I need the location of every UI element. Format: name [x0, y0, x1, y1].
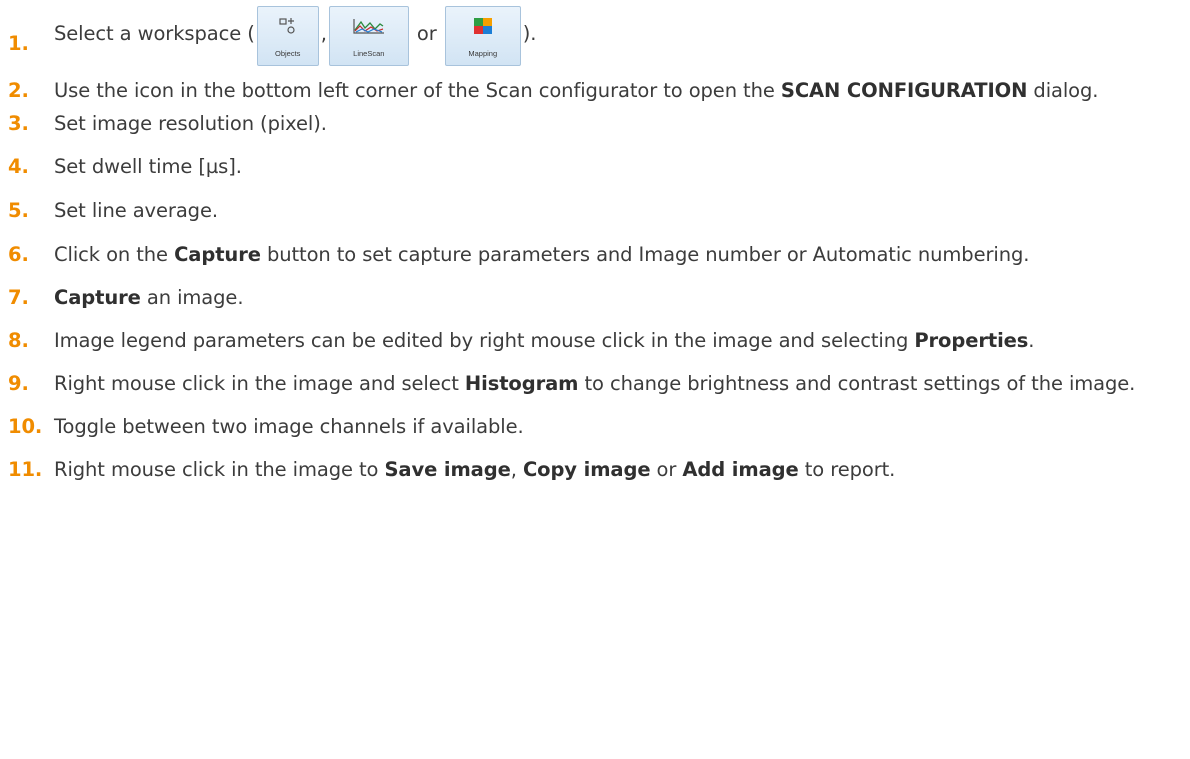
step-text: button to set capture parameters and Ima…: [260, 243, 1030, 266]
step-3: 3. Set image resolution (pixel).: [8, 109, 1186, 139]
step-number: 7.: [8, 286, 29, 309]
step-bold: Add image: [682, 458, 799, 481]
step-bold: Capture: [174, 243, 261, 266]
linescan-workspace-icon: [353, 19, 384, 34]
mapping-workspace-button[interactable]: Mapping: [444, 6, 521, 66]
step-text: Use the icon in the bottom left corner o…: [54, 79, 781, 102]
step-text: dialog.: [1027, 79, 1099, 102]
instruction-list: 1. Select a workspace ( Objects , LineSc…: [8, 0, 1186, 485]
step-6: 6. Click on the Capture button to set ca…: [8, 240, 1174, 270]
step-text: Right mouse click in the image to: [54, 458, 385, 481]
step-2: 2. Use the icon in the bottom left corne…: [8, 76, 1154, 106]
step-number: 4.: [8, 155, 29, 178]
step-4: 4. Set dwell time [µs].: [8, 152, 1186, 182]
step-bold: Properties: [914, 329, 1029, 352]
objects-workspace-button[interactable]: Objects: [256, 6, 319, 66]
step-bold: SCAN CONFIGURATION: [780, 79, 1028, 102]
separator: ,: [320, 22, 327, 45]
step-text: Select a workspace (: [54, 22, 255, 45]
step-9: 9. Right mouse click in the image and se…: [8, 369, 1174, 399]
step-number: 3.: [8, 112, 29, 135]
step-text: an image.: [140, 286, 244, 309]
separator: ,: [510, 458, 523, 481]
step-text: Set image resolution (pixel).: [54, 112, 327, 135]
step-5: 5. Set line average.: [8, 196, 1186, 226]
step-11: 11. Right mouse click in the image to Sa…: [8, 455, 1186, 485]
step-number: 1.: [8, 32, 29, 55]
step-bold: Capture: [54, 286, 141, 309]
step-text: .: [1028, 329, 1035, 352]
step-text: to change brightness and contrast settin…: [578, 372, 1136, 395]
step-number: 9.: [8, 372, 29, 395]
step-text: to report.: [798, 458, 896, 481]
step-text: Set dwell time [µs].: [54, 155, 242, 178]
step-number: 11.: [8, 458, 43, 481]
step-bold: Histogram: [464, 372, 579, 395]
step-text: Set line average.: [54, 199, 218, 222]
step-bold: Copy image: [522, 458, 651, 481]
step-number: 8.: [8, 329, 29, 352]
step-text: ).: [522, 22, 537, 45]
separator: or: [650, 458, 683, 481]
mapping-label: Mapping: [468, 49, 498, 58]
objects-label: Objects: [274, 49, 301, 58]
step-number: 5.: [8, 199, 29, 222]
step-number: 2.: [8, 79, 29, 102]
separator: or: [410, 22, 443, 45]
step-number: 6.: [8, 243, 29, 266]
step-text: Right mouse click in the image and selec…: [54, 372, 465, 395]
step-text: Image legend parameters can be edited by…: [54, 329, 915, 352]
linescan-label: LineScan: [353, 49, 385, 58]
step-1: 1. Select a workspace ( Objects , LineSc…: [8, 2, 1186, 66]
step-8: 8. Image legend parameters can be edited…: [8, 326, 1184, 356]
step-7: 7. Capture an image.: [8, 283, 1186, 313]
mapping-workspace-icon: [473, 18, 492, 34]
step-number: 10.: [8, 415, 43, 438]
step-text: Toggle between two image channels if ava…: [54, 415, 524, 438]
step-text: Click on the: [54, 243, 175, 266]
step-10: 10. Toggle between two image channels if…: [8, 412, 1186, 442]
linescan-workspace-button[interactable]: LineScan: [328, 6, 409, 66]
step-bold: Save image: [384, 458, 511, 481]
objects-workspace-icon: [279, 18, 295, 34]
